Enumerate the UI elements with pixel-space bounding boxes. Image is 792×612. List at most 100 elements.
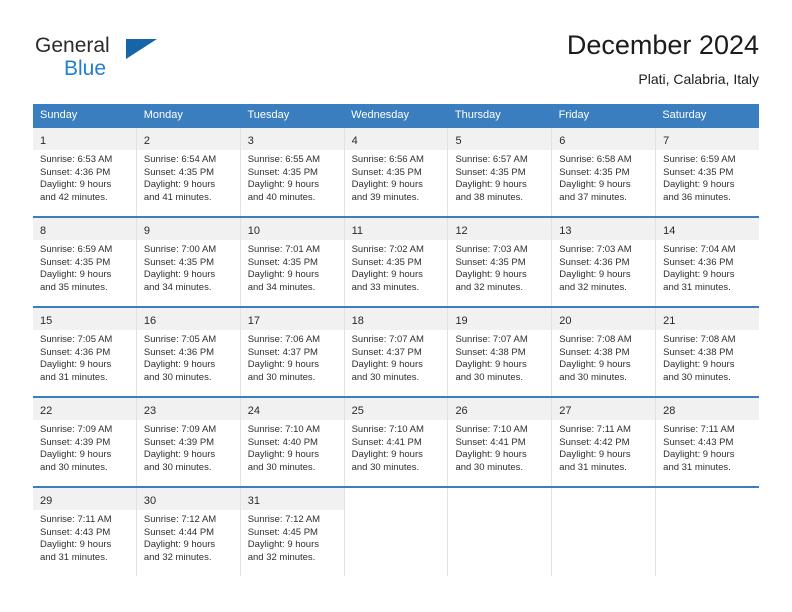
daylight-line-1: Daylight: 9 hours bbox=[40, 449, 112, 461]
day-number: 25 bbox=[351, 405, 364, 417]
day-cell[interactable]: 1 Sunrise: 6:53 AM Sunset: 4:36 PM Dayli… bbox=[33, 128, 137, 216]
day-number-band: 6 bbox=[552, 128, 656, 150]
sunset-line: Sunset: 4:35 PM bbox=[40, 256, 111, 268]
daylight-line-2: and 31 minutes. bbox=[40, 551, 108, 563]
day-number: 2 bbox=[143, 135, 150, 147]
day-cell[interactable]: 18 Sunrise: 7:07 AM Sunset: 4:37 PM Dayl… bbox=[344, 308, 449, 396]
sunrise-line: Sunrise: 7:10 AM bbox=[247, 424, 321, 435]
daylight-line-1: Daylight: 9 hours bbox=[663, 449, 735, 461]
daylight-line-2: and 32 minutes. bbox=[247, 551, 316, 563]
day-cell[interactable]: 24 Sunrise: 7:10 AM Sunset: 4:40 PM Dayl… bbox=[240, 398, 345, 486]
day-cell[interactable]: 8 Sunrise: 6:59 AM Sunset: 4:35 PM Dayli… bbox=[33, 218, 137, 306]
day-number: 19 bbox=[455, 315, 468, 327]
day-number: 7 bbox=[663, 135, 670, 147]
day-cell[interactable]: 27 Sunrise: 7:11 AM Sunset: 4:42 PM Dayl… bbox=[552, 398, 657, 486]
day-cell[interactable]: 13 Sunrise: 7:03 AM Sunset: 4:36 PM Dayl… bbox=[552, 218, 657, 306]
day-number-band: 15 bbox=[33, 308, 136, 330]
day-info: Sunrise: 6:58 AM Sunset: 4:35 PM Dayligh… bbox=[552, 150, 655, 210]
sunrise-line: Sunrise: 7:11 AM bbox=[559, 424, 631, 435]
day-cell[interactable]: 29 Sunrise: 7:11 AM Sunset: 4:43 PM Dayl… bbox=[33, 488, 137, 576]
daylight-line-2: and 33 minutes. bbox=[351, 281, 420, 293]
sunset-line: Sunset: 4:39 PM bbox=[143, 436, 215, 448]
day-cell[interactable]: 22 Sunrise: 7:09 AM Sunset: 4:39 PM Dayl… bbox=[33, 398, 137, 486]
day-info: Sunrise: 7:08 AM Sunset: 4:38 PM Dayligh… bbox=[656, 330, 759, 390]
day-cell[interactable]: 11 Sunrise: 7:02 AM Sunset: 4:35 PM Dayl… bbox=[344, 218, 449, 306]
day-cell[interactable]: 21 Sunrise: 7:08 AM Sunset: 4:38 PM Dayl… bbox=[656, 308, 760, 396]
sunset-line: Sunset: 4:39 PM bbox=[40, 436, 111, 448]
day-cell[interactable]: 4 Sunrise: 6:56 AM Sunset: 4:35 PM Dayli… bbox=[344, 128, 449, 216]
day-cell[interactable]: 26 Sunrise: 7:10 AM Sunset: 4:41 PM Dayl… bbox=[448, 398, 553, 486]
day-cell[interactable]: 15 Sunrise: 7:05 AM Sunset: 4:36 PM Dayl… bbox=[33, 308, 137, 396]
sunrise-line: Sunrise: 7:09 AM bbox=[143, 424, 217, 435]
weekday-header-sunday: Sunday bbox=[40, 109, 78, 121]
sunrise-line: Sunrise: 7:04 AM bbox=[663, 244, 736, 255]
day-number-band: 5 bbox=[448, 128, 552, 150]
day-number-band: 31 bbox=[240, 488, 344, 510]
week-row: 15 Sunrise: 7:05 AM Sunset: 4:36 PM Dayl… bbox=[33, 306, 760, 396]
sunset-line: Sunset: 4:38 PM bbox=[455, 346, 526, 358]
day-cell[interactable]: 5 Sunrise: 6:57 AM Sunset: 4:35 PM Dayli… bbox=[448, 128, 553, 216]
sunrise-line: Sunrise: 7:11 AM bbox=[663, 424, 735, 435]
week-row: 1 Sunrise: 6:53 AM Sunset: 4:36 PM Dayli… bbox=[33, 126, 760, 216]
sunset-line: Sunset: 4:35 PM bbox=[559, 166, 630, 178]
daylight-line-1: Daylight: 9 hours bbox=[455, 359, 527, 371]
daylight-line-1: Daylight: 9 hours bbox=[455, 179, 527, 191]
day-number: 21 bbox=[663, 315, 676, 327]
weekday-header-row: Sunday Monday Tuesday Wednesday Thursday… bbox=[33, 104, 759, 126]
day-cell[interactable]: 20 Sunrise: 7:08 AM Sunset: 4:38 PM Dayl… bbox=[552, 308, 657, 396]
day-info: Sunrise: 7:10 AM Sunset: 4:41 PM Dayligh… bbox=[448, 420, 551, 480]
sunrise-line: Sunrise: 7:12 AM bbox=[143, 514, 217, 525]
weekday-header-thursday: Thursday bbox=[454, 109, 501, 121]
day-cell[interactable]: 16 Sunrise: 7:05 AM Sunset: 4:36 PM Dayl… bbox=[136, 308, 241, 396]
daylight-line-2: and 37 minutes. bbox=[559, 191, 627, 203]
sunset-line: Sunset: 4:36 PM bbox=[40, 346, 111, 358]
sunset-line: Sunset: 4:37 PM bbox=[247, 346, 318, 358]
day-number-band: 10 bbox=[240, 218, 344, 240]
day-cell[interactable]: 2 Sunrise: 6:54 AM Sunset: 4:35 PM Dayli… bbox=[136, 128, 241, 216]
day-number-band bbox=[656, 488, 759, 510]
daylight-line-2: and 34 minutes. bbox=[247, 281, 316, 293]
day-cell[interactable]: 28 Sunrise: 7:11 AM Sunset: 4:43 PM Dayl… bbox=[656, 398, 760, 486]
day-cell[interactable]: 10 Sunrise: 7:01 AM Sunset: 4:35 PM Dayl… bbox=[240, 218, 345, 306]
sunrise-line: Sunrise: 7:06 AM bbox=[247, 334, 321, 345]
sunset-line: Sunset: 4:35 PM bbox=[351, 166, 422, 178]
day-cell[interactable]: 17 Sunrise: 7:06 AM Sunset: 4:37 PM Dayl… bbox=[240, 308, 345, 396]
day-cell[interactable]: 6 Sunrise: 6:58 AM Sunset: 4:35 PM Dayli… bbox=[552, 128, 657, 216]
logo-text-blue: Blue bbox=[64, 57, 107, 80]
day-cell[interactable]: 30 Sunrise: 7:12 AM Sunset: 4:44 PM Dayl… bbox=[136, 488, 241, 576]
sunrise-line: Sunrise: 7:10 AM bbox=[351, 424, 424, 435]
daylight-line-2: and 38 minutes. bbox=[455, 191, 524, 203]
day-cell[interactable]: 19 Sunrise: 7:07 AM Sunset: 4:38 PM Dayl… bbox=[448, 308, 553, 396]
day-cell[interactable]: 14 Sunrise: 7:04 AM Sunset: 4:36 PM Dayl… bbox=[656, 218, 760, 306]
day-info: Sunrise: 6:56 AM Sunset: 4:35 PM Dayligh… bbox=[345, 150, 448, 210]
sunset-line: Sunset: 4:42 PM bbox=[559, 436, 630, 448]
day-cell[interactable]: 3 Sunrise: 6:55 AM Sunset: 4:35 PM Dayli… bbox=[240, 128, 345, 216]
day-number: 10 bbox=[247, 225, 260, 237]
sunrise-line: Sunrise: 7:01 AM bbox=[247, 244, 321, 255]
sunset-line: Sunset: 4:45 PM bbox=[247, 526, 318, 538]
weekday-header-wednesday: Wednesday bbox=[351, 109, 410, 121]
daylight-line-2: and 35 minutes. bbox=[40, 281, 108, 293]
day-info: Sunrise: 7:05 AM Sunset: 4:36 PM Dayligh… bbox=[33, 330, 136, 390]
page-subtitle: Plati, Calabria, Italy bbox=[638, 71, 759, 87]
daylight-line-1: Daylight: 9 hours bbox=[40, 269, 112, 281]
day-cell[interactable]: 12 Sunrise: 7:03 AM Sunset: 4:35 PM Dayl… bbox=[448, 218, 553, 306]
general-blue-logo[interactable]: General Blue bbox=[33, 34, 213, 90]
day-cell[interactable]: 7 Sunrise: 6:59 AM Sunset: 4:35 PM Dayli… bbox=[656, 128, 760, 216]
daylight-line-1: Daylight: 9 hours bbox=[559, 359, 631, 371]
day-cell[interactable]: 31 Sunrise: 7:12 AM Sunset: 4:45 PM Dayl… bbox=[240, 488, 345, 576]
day-number: 30 bbox=[143, 495, 157, 507]
day-cell[interactable]: 23 Sunrise: 7:09 AM Sunset: 4:39 PM Dayl… bbox=[136, 398, 241, 486]
day-cell[interactable]: 9 Sunrise: 7:00 AM Sunset: 4:35 PM Dayli… bbox=[136, 218, 241, 306]
sunset-line: Sunset: 4:35 PM bbox=[455, 256, 526, 268]
sunset-line: Sunset: 4:35 PM bbox=[351, 256, 422, 268]
sunset-line: Sunset: 4:35 PM bbox=[247, 256, 318, 268]
day-cell-empty bbox=[448, 488, 553, 576]
day-number: 5 bbox=[455, 135, 462, 147]
daylight-line-2: and 30 minutes. bbox=[351, 461, 420, 473]
day-info: Sunrise: 6:54 AM Sunset: 4:35 PM Dayligh… bbox=[137, 150, 240, 210]
day-info: Sunrise: 7:04 AM Sunset: 4:36 PM Dayligh… bbox=[656, 240, 759, 300]
day-cell[interactable]: 25 Sunrise: 7:10 AM Sunset: 4:41 PM Dayl… bbox=[344, 398, 449, 486]
daylight-line-2: and 32 minutes. bbox=[455, 281, 524, 293]
sunrise-line: Sunrise: 6:53 AM bbox=[40, 154, 113, 165]
